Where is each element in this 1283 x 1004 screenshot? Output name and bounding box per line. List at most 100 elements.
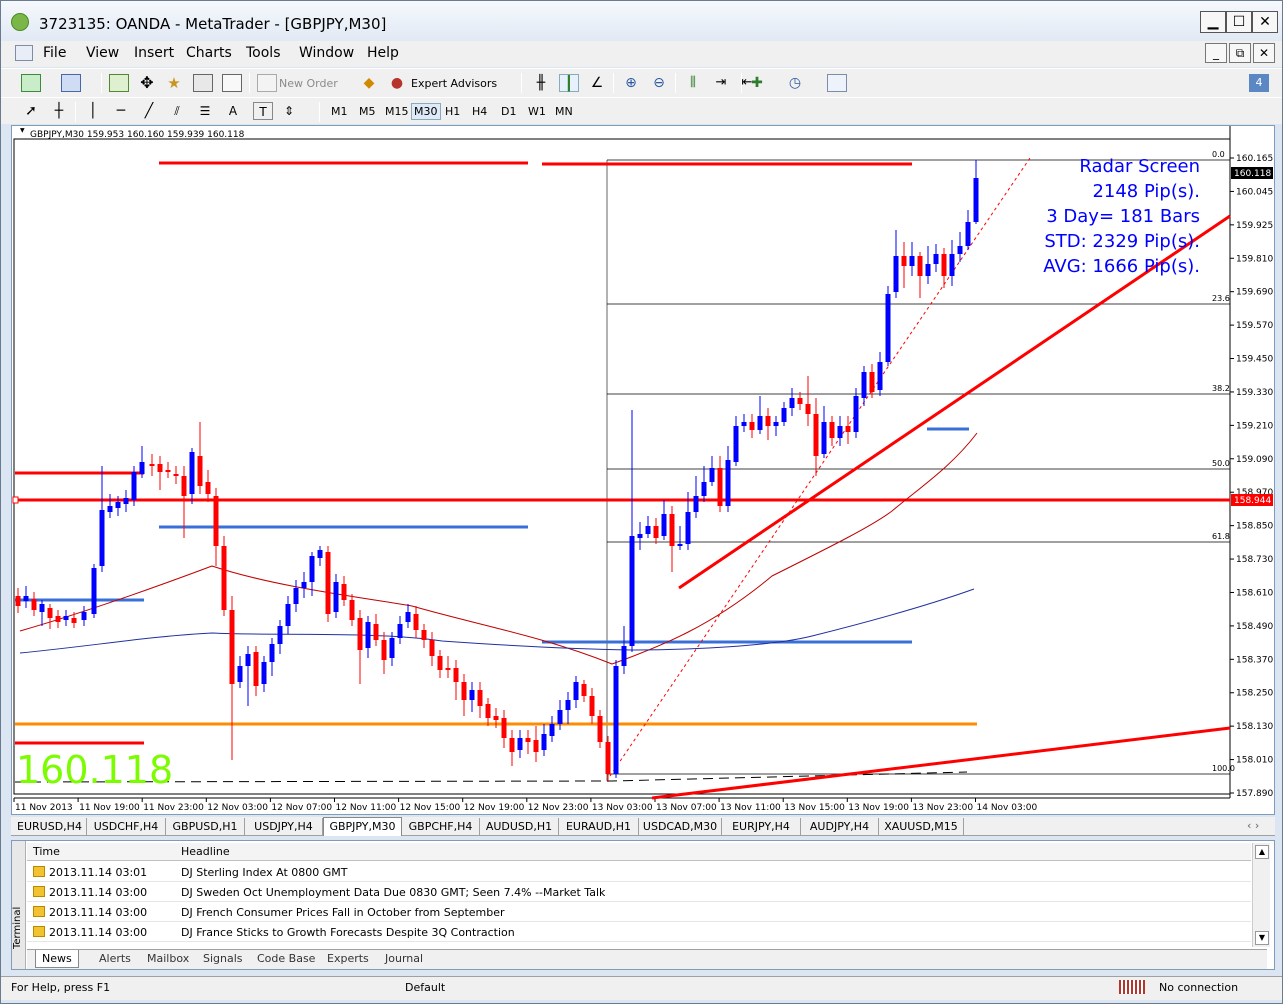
candle-body[interactable] <box>733 426 739 462</box>
candle-body[interactable] <box>677 544 683 546</box>
child-close-button[interactable]: ✕ <box>1253 43 1275 63</box>
candle-body[interactable] <box>525 738 531 742</box>
metaeditor-icon[interactable]: ◆ <box>359 74 379 92</box>
candle-body[interactable] <box>573 682 579 700</box>
candle-body[interactable] <box>253 652 259 686</box>
candle-body[interactable] <box>565 700 571 710</box>
candle-body[interactable] <box>925 264 931 276</box>
new-order-button[interactable]: New Order <box>279 77 338 90</box>
candle-body[interactable] <box>149 464 155 466</box>
candle-body[interactable] <box>749 422 755 430</box>
zoom-out-icon[interactable]: ⊖ <box>649 74 669 92</box>
candle-body[interactable] <box>941 254 947 276</box>
candle-body[interactable] <box>893 256 899 292</box>
candle-body[interactable] <box>709 468 715 482</box>
expert-advisors-icon[interactable]: ● <box>387 74 407 92</box>
candle-body[interactable] <box>157 464 163 472</box>
line-handle[interactable] <box>12 496 19 504</box>
candle-body[interactable] <box>445 668 451 670</box>
candle-body[interactable] <box>99 510 105 566</box>
child-minimize-button[interactable]: _ <box>1205 43 1227 63</box>
candle-body[interactable] <box>973 178 979 222</box>
profiles-icon[interactable] <box>61 74 81 92</box>
tab-signals[interactable]: Signals <box>203 952 243 965</box>
symbol-tab-euraud-h1[interactable]: EURAUD,H1 <box>559 818 639 835</box>
candle-body[interactable] <box>293 588 299 604</box>
candle-body[interactable] <box>901 256 907 266</box>
candle-body[interactable] <box>909 256 915 266</box>
price-chart[interactable]: GBPJPY,M30 159.953 160.160 159.939 160.1… <box>11 125 1275 815</box>
minimize-button[interactable]: ▁ <box>1200 11 1226 33</box>
tile-windows-icon[interactable]: ⫼ <box>683 74 703 92</box>
community-icon[interactable]: 4 <box>1249 74 1269 92</box>
candle-body[interactable] <box>861 372 867 398</box>
symbol-tab-audusd-h1[interactable]: AUDUSD,H1 <box>480 818 559 835</box>
favorites-icon[interactable]: ★ <box>164 74 184 92</box>
candle-body[interactable] <box>269 644 275 662</box>
terminal-icon[interactable] <box>193 74 213 92</box>
candle-body[interactable] <box>39 604 45 612</box>
candle-body[interactable] <box>509 738 515 752</box>
candle-body[interactable] <box>541 734 547 750</box>
vertical-line-icon[interactable]: │ <box>83 102 103 120</box>
tab-code-base[interactable]: Code Base <box>257 952 315 965</box>
scroll-down-icon[interactable]: ▼ <box>1255 931 1269 945</box>
text-tool[interactable]: A <box>223 102 243 120</box>
candle-body[interactable] <box>477 690 483 706</box>
new-chart-icon[interactable] <box>21 74 41 92</box>
candle-body[interactable] <box>629 536 635 646</box>
candle-body[interactable] <box>47 608 53 618</box>
news-scrollbar[interactable]: ▲ ▼ <box>1252 843 1270 947</box>
symbol-tab-gbpjpy-m30[interactable]: GBPJPY,M30 <box>323 817 402 836</box>
col-time[interactable]: Time <box>33 845 60 858</box>
candle-body[interactable] <box>365 622 371 648</box>
tab-alerts[interactable]: Alerts <box>99 952 131 965</box>
candle-body[interactable] <box>15 596 21 606</box>
candle-body[interactable] <box>613 666 619 774</box>
candle-body[interactable] <box>813 414 819 456</box>
candle-body[interactable] <box>933 254 939 264</box>
candle-body[interactable] <box>685 512 691 544</box>
horizontal-line-icon[interactable]: ─ <box>111 102 131 120</box>
candle-body[interactable] <box>421 630 427 640</box>
timeframe-d1[interactable]: D1 <box>501 105 516 118</box>
candle-body[interactable] <box>309 556 315 582</box>
candle-body[interactable] <box>165 470 171 472</box>
candle-body[interactable] <box>877 362 883 390</box>
scroll-up-icon[interactable]: ▲ <box>1255 845 1269 859</box>
candle-body[interactable] <box>55 616 61 622</box>
bar-chart-icon[interactable]: ╫ <box>531 74 551 92</box>
candle-body[interactable] <box>115 502 121 508</box>
candle-body[interactable] <box>301 582 307 588</box>
tab-news[interactable]: News <box>35 950 79 968</box>
navigator-icon[interactable]: ✥ <box>137 74 157 92</box>
candle-body[interactable] <box>797 398 803 404</box>
candle-body[interactable] <box>373 624 379 640</box>
timeframe-h4[interactable]: H4 <box>472 105 487 118</box>
candle-body[interactable] <box>261 662 267 684</box>
trendline-icon[interactable]: ╱ <box>139 102 159 120</box>
candle-body[interactable] <box>413 614 419 630</box>
candle-body[interactable] <box>107 506 113 512</box>
col-headline[interactable]: Headline <box>181 845 230 858</box>
templates-icon[interactable] <box>827 74 847 92</box>
menu-help[interactable]: Help <box>367 45 399 61</box>
menu-insert[interactable]: Insert <box>134 45 174 61</box>
candle-body[interactable] <box>869 372 875 392</box>
news-row[interactable]: 2013.11.14 03:00 DJ France Sticks to Gro… <box>27 922 1251 942</box>
candle-body[interactable] <box>789 398 795 408</box>
candle-body[interactable] <box>173 474 179 476</box>
candle-body[interactable] <box>131 472 137 500</box>
candle-body[interactable] <box>333 582 339 612</box>
candle-body[interactable] <box>693 496 699 512</box>
auto-scroll-icon[interactable]: ⇥ <box>711 74 731 92</box>
tab-experts[interactable]: Experts <box>327 952 369 965</box>
line-chart-icon[interactable]: ∠ <box>587 74 607 92</box>
candle-body[interactable] <box>381 640 387 660</box>
candle-body[interactable] <box>349 600 355 620</box>
candle-body[interactable] <box>741 422 747 426</box>
new-order-icon[interactable] <box>257 74 277 92</box>
candle-body[interactable] <box>405 612 411 622</box>
fibonacci-icon[interactable]: ☰ <box>195 102 215 120</box>
text-label-icon[interactable]: T <box>253 102 273 120</box>
